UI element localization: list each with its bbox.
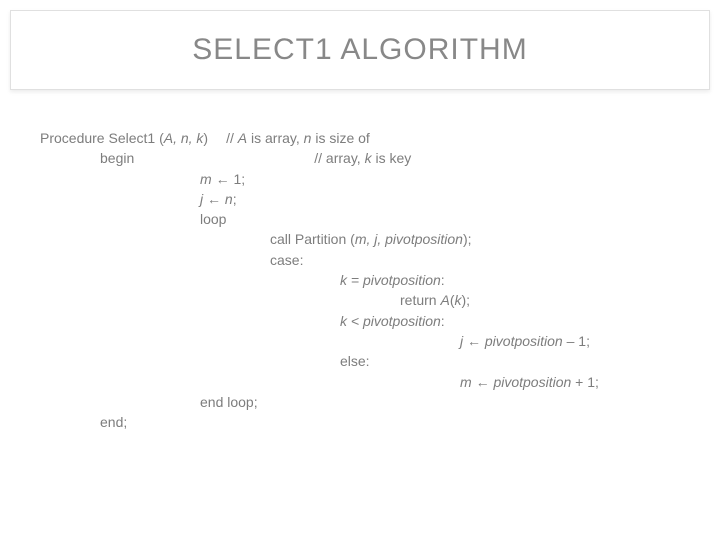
code-line: call Partition (m, j, pivotposition); (40, 229, 690, 249)
code-line: end; (40, 412, 690, 432)
t: A, n, k (164, 130, 204, 146)
code-line: k < pivotposition: (40, 311, 690, 331)
t: j (460, 333, 467, 349)
t: loop (200, 211, 226, 227)
left-arrow-icon: ← (216, 171, 230, 187)
t: j (200, 191, 207, 207)
t: case: (270, 252, 303, 268)
t: is size of (311, 130, 369, 146)
t: pivotposition (481, 333, 567, 349)
t: ); (463, 231, 472, 247)
t: is key (372, 150, 412, 166)
code-line: return A(k); (40, 290, 690, 310)
t: call Partition ( (270, 231, 355, 247)
code-line: begin // array, k is key (40, 148, 690, 168)
left-arrow-icon: ← (207, 191, 221, 207)
code-line: j ← n; (40, 189, 690, 209)
t: m (460, 374, 476, 390)
t: return (400, 292, 440, 308)
t: 1; (230, 171, 246, 187)
code-line: else: (40, 351, 690, 371)
t: ) (203, 130, 208, 146)
t: is array, (247, 130, 304, 146)
code-line: k = pivotposition: (40, 270, 690, 290)
t: k < pivotposition (340, 313, 441, 329)
t: end; (100, 414, 127, 430)
t: : (441, 272, 445, 288)
code-line: m ← pivotposition + 1; (40, 372, 690, 392)
code-line: m ← 1; (40, 169, 690, 189)
left-arrow-icon: ← (467, 333, 481, 349)
title-band: SELECT1 ALGORITHM (10, 10, 710, 90)
t: A (238, 130, 247, 146)
t: pivotposition (490, 374, 576, 390)
slide-title: SELECT1 ALGORITHM (192, 33, 527, 67)
t: m, j, pivotposition (355, 231, 463, 247)
t: // (226, 130, 238, 146)
t: end loop; (200, 394, 258, 410)
code-line: Procedure Select1 (A, n, k) // A is array… (40, 128, 690, 148)
t: n (221, 191, 233, 207)
t: ; (233, 191, 237, 207)
t: + 1; (575, 374, 599, 390)
t: // array, (314, 150, 364, 166)
code-line: loop (40, 209, 690, 229)
t: – 1; (567, 333, 590, 349)
left-arrow-icon: ← (476, 374, 490, 390)
t: Procedure Select1 ( (40, 130, 164, 146)
code-line: end loop; (40, 392, 690, 412)
t: : (441, 313, 445, 329)
t: m (200, 171, 216, 187)
t: k = pivotposition (340, 272, 441, 288)
code-line: case: (40, 250, 690, 270)
slide: SELECT1 ALGORITHM Procedure Select1 (A, … (0, 0, 720, 540)
code-line: j ← pivotposition – 1; (40, 331, 690, 351)
t: k (365, 150, 372, 166)
t: ); (461, 292, 470, 308)
slide-body: Procedure Select1 (A, n, k) // A is array… (40, 128, 690, 432)
t: else: (340, 353, 370, 369)
t: begin (100, 150, 134, 166)
t: A (440, 292, 449, 308)
